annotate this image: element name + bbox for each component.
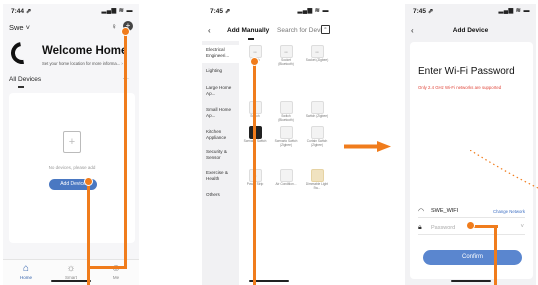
status-time: 7:44 ⇗: [11, 8, 32, 15]
tab-underline: [18, 86, 24, 88]
switch-icon: [279, 101, 293, 114]
category-item[interactable]: Exercise & Health: [206, 170, 238, 181]
chevron-down-icon[interactable]: ˅: [520, 224, 524, 230]
moon-icon: [6, 37, 38, 69]
status-time: 7:45 ⇗: [210, 8, 231, 15]
annotation-line: [253, 62, 256, 285]
tap-marker: [121, 27, 130, 36]
wifi-warning: Only 2.4 GHz Wi-Fi networks are supporte…: [418, 85, 502, 90]
category-item[interactable]: Electrical Engineeri...: [202, 45, 239, 63]
wifi-password-screen: 7:45 ⇗ ▂▄▆ ≋ ▬ ‹ Add Device Enter Wi-Fi …: [405, 4, 536, 285]
tab-smart[interactable]: ☼ Smart: [56, 263, 86, 280]
tap-marker: [84, 177, 93, 186]
annotation-dotted-curve: [470, 150, 538, 189]
sun-icon: ☼: [66, 263, 76, 274]
scan-icon[interactable]: ▫: [321, 25, 330, 34]
next-step-arrow-icon: [344, 141, 391, 152]
home-indicator: [450, 280, 491, 282]
curtain-switch-icon: [310, 126, 324, 139]
status-time: 7:45 ⇗: [413, 8, 434, 15]
tap-marker: [250, 57, 259, 66]
product-item[interactable]: ▪▪▪ Socket (Bluetooth): [274, 45, 298, 67]
socket-icon: ▪▪▪: [310, 45, 324, 58]
product-item[interactable]: ▪▪▪ Socket (Zigbee): [305, 45, 329, 63]
product-label: Socket (Bluetooth): [278, 58, 294, 66]
tab-home[interactable]: ⌂ Home: [11, 263, 41, 280]
air-conditioner-icon: [279, 169, 293, 182]
product-label: Scenario Switch (Zigbee): [274, 139, 298, 147]
product-label: Socket (Zigbee): [305, 58, 329, 62]
category-item[interactable]: Lighting: [206, 68, 238, 74]
category-item[interactable]: Others: [206, 192, 238, 198]
tab-underline: [248, 38, 254, 40]
add-document-icon: +: [63, 131, 81, 153]
welcome-title: Welcome Home: [42, 45, 128, 57]
category-item[interactable]: Small Home Ap...: [206, 107, 238, 118]
annotation-line: [494, 225, 497, 285]
home-screen: 7:44 ⇗ ▂▄▆ ≋ ▬ Swe ˅ ♀ + Welcome Home Se…: [3, 4, 139, 285]
home-icon: ⌂: [22, 263, 30, 274]
wifi-title: Enter Wi-Fi Password: [418, 66, 515, 77]
wifi-icon: ◠: [418, 208, 425, 215]
wifi-network-row: ◠ SWE_WIFI Change Network: [418, 206, 525, 218]
product-label: Dimmable Light Sw...: [305, 182, 329, 190]
home-indicator: [51, 280, 91, 282]
product-item[interactable]: Air Condition...: [274, 169, 298, 187]
empty-devices-card: + No devices, please add Add Device: [9, 93, 135, 243]
product-item[interactable]: Scenario Switch (Zigbee): [274, 126, 298, 148]
annotation-line: [87, 182, 90, 285]
category-item[interactable]: Kitchen Appliance: [206, 129, 238, 140]
page-title: Add Device: [452, 27, 489, 34]
status-icons: ▂▄▆ ≋ ▬: [101, 8, 133, 14]
tab-add-manually[interactable]: Add Manually: [227, 27, 269, 34]
annotation-line: [87, 266, 127, 269]
wifi-name: SWE_WIFI: [431, 208, 459, 214]
status-bar: 7:45 ⇗ ▂▄▆ ≋ ▬: [405, 4, 536, 18]
socket-icon: ▪▪▪: [279, 45, 293, 58]
confirm-button[interactable]: Confirm: [423, 250, 522, 265]
status-icons: ▂▄▆ ≋ ▬: [297, 8, 329, 14]
status-bar: 7:44 ⇗ ▂▄▆ ≋ ▬: [3, 4, 139, 18]
home-selector[interactable]: Swe ˅: [9, 23, 30, 32]
product-item[interactable]: Dimmable Light Sw...: [305, 169, 329, 191]
category-item[interactable]: Large Home Ap...: [206, 85, 238, 96]
tab-label: Home: [19, 275, 32, 280]
add-manually-screen: 7:45 ⇗ ▂▄▆ ≋ ▬ ‹ Add Manually Search for…: [202, 4, 335, 285]
product-item[interactable]: Switch (Bluetooth): [274, 101, 298, 123]
password-placeholder[interactable]: Password: [431, 225, 455, 231]
product-label: Switch (Zigbee): [305, 114, 329, 118]
category-list: Electrical Engineeri... Lighting Large H…: [202, 41, 239, 285]
product-label: Air Condition...: [275, 182, 297, 186]
product-item[interactable]: Curtain Switch (Zigbee): [305, 126, 329, 148]
empty-message: No devices, please add: [48, 165, 96, 170]
microphone-icon[interactable]: ♀: [111, 22, 117, 31]
scenario-switch-icon: [279, 126, 293, 139]
all-devices-tab[interactable]: All Devices: [9, 76, 41, 83]
switch-icon: [310, 101, 324, 114]
status-icons: ▂▄▆ ≋ ▬: [498, 8, 530, 14]
lock-icon: 🔒︎: [418, 224, 422, 231]
dimmer-icon: [310, 169, 324, 182]
welcome-subtitle[interactable]: Set your home location for more informa.…: [42, 61, 123, 66]
product-item[interactable]: Switch (Zigbee): [305, 101, 329, 119]
status-bar: 7:45 ⇗ ▂▄▆ ≋ ▬: [202, 4, 335, 18]
tab-label: Me: [112, 275, 120, 280]
annotation-line: [124, 32, 127, 268]
tap-marker: [466, 221, 475, 230]
welcome-banner[interactable]: Welcome Home Set your home location for …: [6, 37, 133, 72]
product-label: Switch (Bluetooth): [278, 114, 294, 122]
category-item[interactable]: Security & Sensor: [206, 149, 238, 160]
tab-search-devices[interactable]: Search for Devi: [277, 27, 322, 34]
change-network-link[interactable]: Change Network: [493, 209, 525, 214]
back-icon[interactable]: ‹: [208, 26, 211, 35]
product-label: Curtain Switch (Zigbee): [306, 139, 328, 147]
